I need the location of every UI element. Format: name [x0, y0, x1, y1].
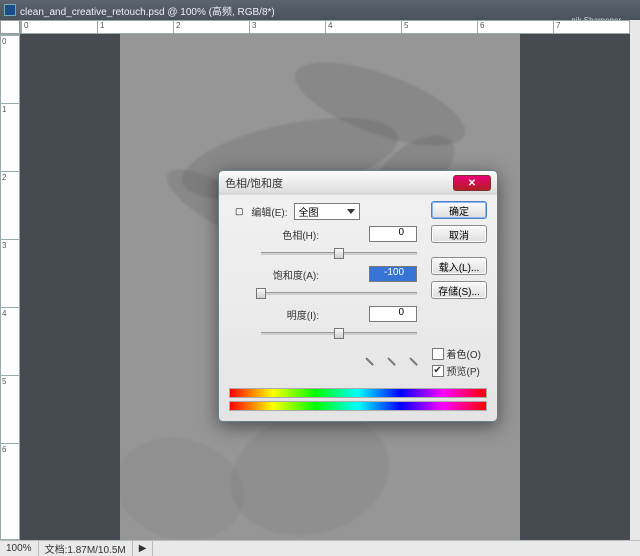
dialog-button-column: 确定 取消 载入(L)... 存储(S)... — [431, 201, 487, 305]
chevron-down-icon — [347, 209, 355, 214]
ruler-vertical[interactable]: 0123456 — [0, 34, 20, 540]
dialog-titlebar[interactable]: 色相/饱和度 ✕ — [219, 171, 497, 195]
saturation-input[interactable]: -100 — [369, 266, 417, 282]
doc-size: 文档:1.87M/10.5M — [39, 541, 133, 556]
lightness-label: 明度(I): — [261, 307, 319, 322]
hue-spectrum-input — [229, 388, 487, 398]
status-bar: 100% 文档:1.87M/10.5M ▶ — [0, 540, 640, 556]
edit-range-dropdown[interactable]: 全图 — [294, 203, 360, 220]
document-tab[interactable]: clean_and_creative_retouch.psd @ 100% (高… — [0, 0, 640, 20]
preview-checkbox[interactable]: ✔预览(P) — [432, 363, 481, 378]
saturation-slider[interactable] — [261, 286, 417, 300]
ok-button[interactable]: 确定 — [431, 201, 487, 219]
hue-label: 色相(H): — [261, 227, 319, 242]
ruler-origin[interactable] — [0, 20, 20, 34]
colorize-checkbox[interactable]: 着色(O) — [432, 346, 481, 361]
save-button[interactable]: 存储(S)... — [431, 281, 487, 299]
zoom-level[interactable]: 100% — [0, 541, 39, 556]
hue-input[interactable]: 0 — [369, 226, 417, 242]
lightness-input[interactable]: 0 — [369, 306, 417, 322]
edit-group-toggle[interactable]: ▢ — [235, 206, 244, 217]
ps-file-icon — [4, 4, 16, 16]
hue-spectrum-output — [229, 401, 487, 411]
eyedropper-icon[interactable] — [361, 353, 381, 373]
hue-slider[interactable] — [261, 246, 417, 260]
close-button[interactable]: ✕ — [453, 175, 491, 191]
load-button[interactable]: 载入(L)... — [431, 257, 487, 275]
cancel-button[interactable]: 取消 — [431, 225, 487, 243]
saturation-label: 饱和度(A): — [261, 267, 319, 282]
document-title: clean_and_creative_retouch.psd @ 100% (高… — [20, 3, 275, 18]
eyedropper-group — [364, 356, 422, 370]
edit-label: 编辑(E): — [248, 204, 288, 219]
dialog-title-text: 色相/饱和度 — [225, 175, 283, 191]
eyedropper-subtract-icon[interactable] — [405, 353, 425, 373]
eyedropper-add-icon[interactable] — [383, 353, 403, 373]
colorize-label: 着色(O) — [447, 346, 481, 361]
status-menu-arrow[interactable]: ▶ — [133, 541, 154, 556]
hue-saturation-dialog: 色相/饱和度 ✕ 确定 取消 载入(L)... 存储(S)... ▢ 编辑(E)… — [218, 170, 498, 422]
edit-range-value: 全图 — [299, 204, 319, 219]
ruler-horizontal[interactable]: 01234567 — [20, 20, 630, 34]
close-icon: ✕ — [468, 178, 476, 189]
preview-label: 预览(P) — [447, 363, 480, 378]
scrollbar-vertical[interactable] — [630, 20, 640, 540]
lightness-slider[interactable] — [261, 326, 417, 340]
